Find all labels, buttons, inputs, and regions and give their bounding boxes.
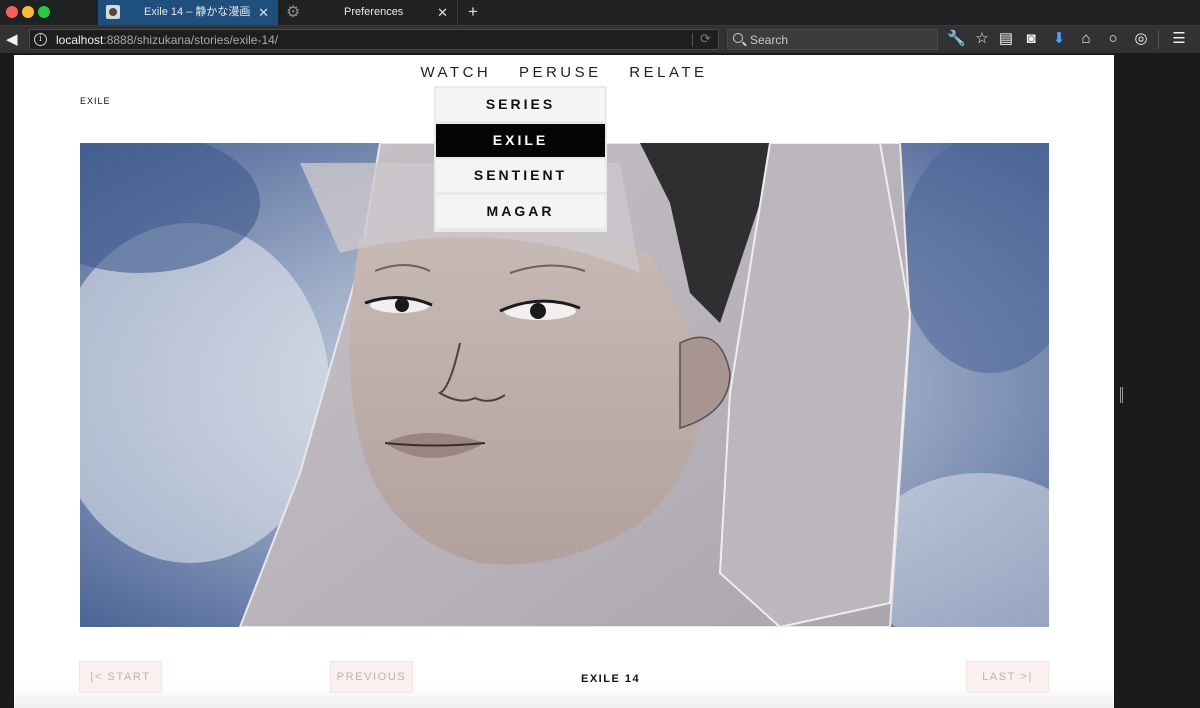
tab-exile-14[interactable]: Exile 14 – 静かな漫画 ✕ xyxy=(98,0,278,25)
navigation-toolbar: ◀ i localhost:8888/shizukana/stories/exi… xyxy=(0,25,1200,53)
new-tab-button[interactable]: + xyxy=(468,0,478,25)
chat-icon[interactable]: ○ xyxy=(1104,30,1122,48)
url-host: localhost xyxy=(56,33,104,47)
nav-peruse[interactable]: PERUSE xyxy=(519,64,602,81)
toolbar-separator xyxy=(1158,30,1159,49)
close-tab-icon[interactable]: ✕ xyxy=(437,0,448,25)
close-tab-icon[interactable]: ✕ xyxy=(258,0,269,25)
star-icon[interactable]: ☆ xyxy=(973,30,991,48)
url-path: :8888/shizukana/stories/exile-14/ xyxy=(103,33,279,47)
minimize-window-button[interactable] xyxy=(22,6,34,18)
close-window-button[interactable] xyxy=(6,6,18,18)
reading-list-icon[interactable]: ▤ xyxy=(997,30,1015,48)
gear-icon: ⚙ xyxy=(286,4,301,21)
section-label[interactable]: EXILE xyxy=(80,96,111,106)
tab-title: Exile 14 – 静かな漫画 xyxy=(144,6,251,18)
peruse-dropdown-menu: SERIES EXILE SENTIENT MAGAR xyxy=(434,86,607,232)
menu-item-series[interactable]: SERIES xyxy=(436,88,605,121)
web-page: WATCH PERUSE RELATE EXILE SERIES EXILE S… xyxy=(14,55,1114,708)
site-nav: WATCH PERUSE RELATE xyxy=(14,64,1114,81)
info-icon[interactable]: i xyxy=(34,33,47,46)
search-icon xyxy=(733,33,743,43)
fullscreen-window-button[interactable] xyxy=(38,6,50,18)
pocket-icon[interactable]: ◙ xyxy=(1022,30,1040,48)
reload-icon[interactable]: ⟳ xyxy=(700,31,711,47)
search-bar[interactable]: Search xyxy=(727,29,938,50)
tab-title: Preferences xyxy=(344,6,404,18)
bottom-fade xyxy=(14,685,1114,708)
download-icon[interactable]: ⬇ xyxy=(1050,30,1068,48)
url-text[interactable]: localhost:8888/shizukana/stories/exile-1… xyxy=(56,33,278,47)
current-page-label: EXILE 14 xyxy=(581,673,641,685)
nav-watch[interactable]: WATCH xyxy=(420,64,491,81)
home-icon[interactable]: ⌂ xyxy=(1077,30,1095,48)
site-favicon-icon xyxy=(106,5,120,19)
tab-bar: Exile 14 – 静かな漫画 ✕ ⚙ Preferences ✕ + xyxy=(0,0,1200,25)
back-icon[interactable]: ◀ xyxy=(6,30,18,48)
menu-item-exile[interactable]: EXILE xyxy=(436,123,605,157)
resize-handle[interactable] xyxy=(1120,387,1123,403)
nav-relate[interactable]: RELATE xyxy=(629,64,707,81)
window-gutter xyxy=(1114,55,1200,708)
url-divider xyxy=(692,33,693,47)
menu-item-magar[interactable]: MAGAR xyxy=(436,194,605,228)
search-input[interactable]: Search xyxy=(750,33,788,47)
hamburger-menu-icon[interactable]: ☰ xyxy=(1170,30,1188,48)
tab-preferences[interactable]: ⚙ Preferences ✕ xyxy=(280,0,458,25)
wrench-icon[interactable]: 🔧 xyxy=(947,30,966,48)
menu-item-sentient[interactable]: SENTIENT xyxy=(436,159,605,192)
url-bar[interactable]: i localhost:8888/shizukana/stories/exile… xyxy=(29,29,719,50)
sync-icon[interactable]: ◎ xyxy=(1132,30,1150,48)
